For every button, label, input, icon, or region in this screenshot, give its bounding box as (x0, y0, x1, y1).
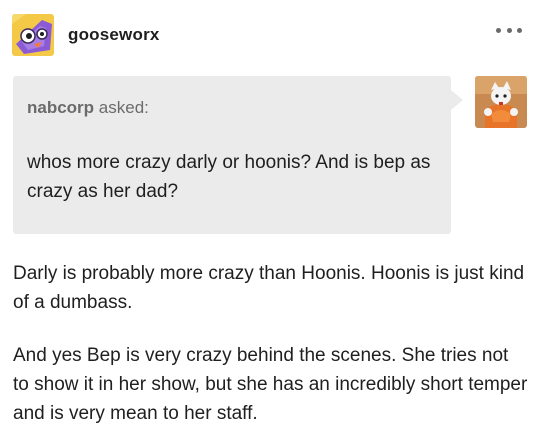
answer-paragraph-2: And yes Bep is very crazy behind the sce… (13, 345, 528, 424)
blog-avatar[interactable] (12, 14, 54, 56)
answer-paragraph-1: Darly is probably more crazy than Hoonis… (13, 263, 525, 313)
question-text: whos more crazy darly or hoonis? And is … (27, 152, 431, 202)
purple-character-avatar-icon (12, 14, 54, 56)
ask-bubble: nabcorp asked: whos more crazy darly or … (13, 76, 451, 234)
post-header: gooseworx (12, 12, 528, 58)
blog-name[interactable]: gooseworx (68, 25, 160, 45)
orange-character-avatar-icon (475, 76, 527, 128)
asked-label: asked: (98, 98, 149, 117)
dot (517, 27, 522, 33)
ask-bubble-pointer (451, 90, 463, 110)
dot (506, 27, 512, 33)
more-options-icon[interactable] (496, 22, 522, 38)
dot (496, 27, 501, 33)
asker-name[interactable]: nabcorp (27, 98, 94, 117)
asker-avatar[interactable] (475, 76, 527, 128)
asker-line: nabcorp asked: (27, 98, 149, 118)
